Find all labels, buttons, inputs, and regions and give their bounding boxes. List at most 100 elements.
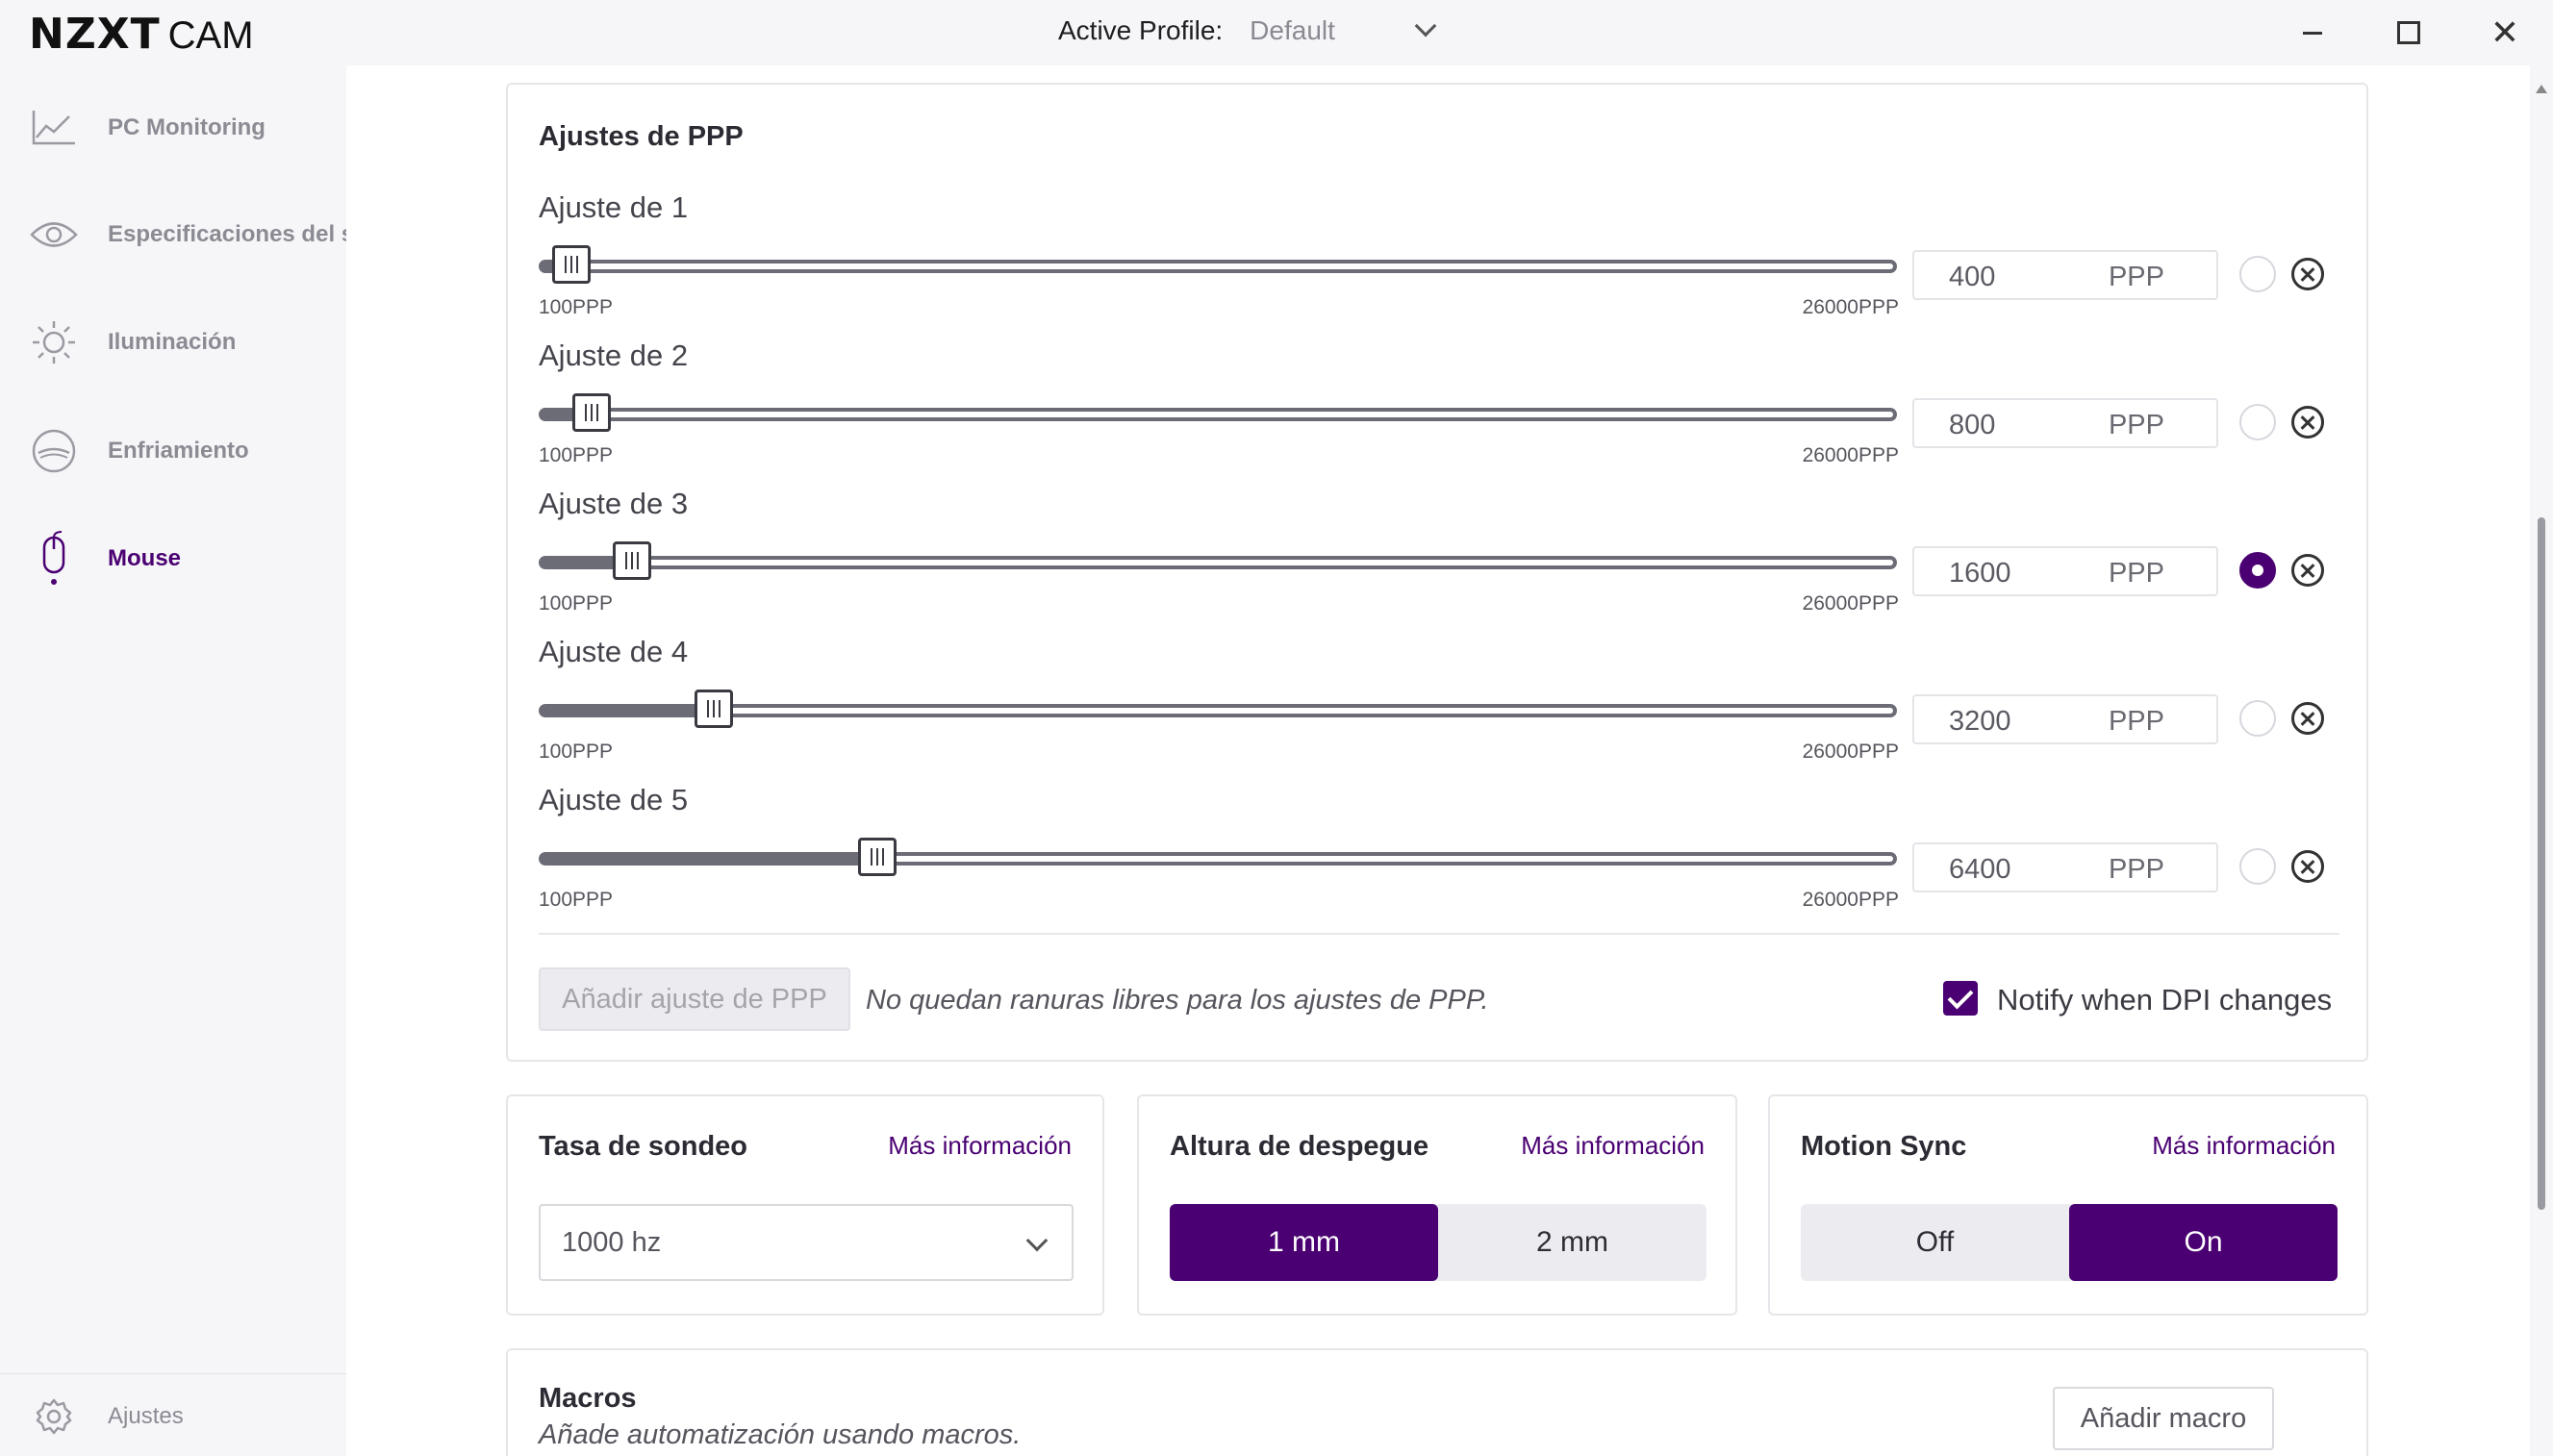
dpi-slider-track[interactable] — [539, 556, 1897, 569]
divider — [539, 933, 2339, 935]
motion-sync-on[interactable]: On — [2069, 1204, 2338, 1281]
motion-sync-toggle: Off On — [1801, 1204, 2338, 1281]
dpi-slider-thumb[interactable] — [572, 393, 611, 432]
dpi-settings-title: Ajustes de PPP — [539, 121, 744, 152]
dpi-active-radio[interactable] — [2239, 552, 2276, 589]
dpi-min-label: 100PPP — [539, 296, 614, 318]
chevron-down-icon — [1414, 14, 1437, 38]
dpi-level-row: Ajuste de 2 100PPP 26000PPP 800 PPP — [539, 339, 2395, 483]
dpi-max-label: 26000PPP — [1802, 296, 1899, 318]
dpi-unit: PPP — [2108, 854, 2164, 885]
remove-dpi-level-icon[interactable] — [2291, 554, 2324, 587]
profile-value: Default — [1250, 15, 1335, 45]
scrollbar[interactable] — [2532, 65, 2553, 1456]
dpi-slider-fill — [543, 856, 879, 862]
dpi-unit: PPP — [2108, 410, 2164, 440]
dpi-value-input[interactable]: 1600 PPP — [1912, 546, 2218, 596]
dpi-level-row: Ajuste de 4 100PPP 26000PPP 3200 PPP — [539, 635, 2395, 779]
dpi-slider-thumb[interactable] — [858, 838, 897, 876]
notify-dpi-label: Notify when DPI changes — [1997, 983, 2333, 1017]
sidebar-item-pc-monitoring[interactable]: PC Monitoring — [0, 85, 346, 171]
scroll-up-arrow-icon[interactable] — [2536, 85, 2547, 93]
sidebar-item-settings[interactable]: Ajustes — [0, 1373, 346, 1456]
remove-dpi-level-icon[interactable] — [2291, 406, 2324, 439]
sidebar-item-lighting[interactable]: Iluminación — [0, 299, 346, 386]
dpi-value: 6400 — [1949, 854, 2011, 885]
dpi-slider-track[interactable] — [539, 260, 1897, 273]
dpi-value: 400 — [1949, 262, 1996, 292]
liftoff-segmented-control: 1 mm 2 mm — [1170, 1204, 1706, 1281]
dpi-active-radio[interactable] — [2239, 848, 2276, 885]
dpi-value-input[interactable]: 6400 PPP — [1912, 842, 2218, 892]
dpi-max-label: 26000PPP — [1802, 592, 1899, 615]
liftoff-option-1mm[interactable]: 1 mm — [1170, 1204, 1438, 1281]
dpi-max-label: 26000PPP — [1802, 741, 1899, 763]
sidebar-item-label: Ajustes — [108, 1403, 184, 1429]
sidebar-item-system-specs[interactable]: Especificaciones del sis — [0, 191, 373, 278]
eye-icon — [29, 210, 79, 260]
sidebar-item-mouse[interactable]: Mouse — [0, 515, 346, 602]
polling-more-info-link[interactable]: Más información — [888, 1131, 1072, 1161]
liftoff-distance-card: Altura de despegue Más información 1 mm … — [1137, 1094, 1737, 1316]
dpi-value: 3200 — [1949, 706, 2011, 737]
title-bar: NZXT CAM Active Profile: Default ✕ — [0, 0, 2553, 65]
sidebar-item-cooling[interactable]: Enfriamiento — [0, 408, 346, 494]
dpi-active-radio[interactable] — [2239, 256, 2276, 292]
remove-dpi-level-icon[interactable] — [2291, 258, 2324, 290]
minimize-button[interactable] — [2284, 10, 2341, 56]
logo-sub: CAM — [167, 14, 254, 57]
sun-icon — [29, 317, 79, 367]
liftoff-title: Altura de despegue — [1170, 1131, 1429, 1162]
dpi-value-input[interactable]: 400 PPP — [1912, 250, 2218, 300]
dpi-slider-track[interactable] — [539, 408, 1897, 421]
dpi-value-input[interactable]: 800 PPP — [1912, 398, 2218, 448]
profile-label: Active Profile: — [1058, 15, 1224, 45]
dpi-active-radio[interactable] — [2239, 700, 2276, 737]
notify-dpi-checkbox[interactable] — [1943, 981, 1978, 1016]
dpi-level-label: Ajuste de 5 — [539, 783, 689, 816]
macros-subtitle: Añade automatización usando macros. — [539, 1419, 1022, 1450]
profile-selector[interactable]: Active Profile: Default — [1058, 14, 1437, 46]
dpi-unit: PPP — [2108, 706, 2164, 737]
dpi-min-label: 100PPP — [539, 741, 614, 763]
dpi-level-row: Ajuste de 1 100PPP 26000PPP 400 PPP — [539, 190, 2395, 335]
dpi-level-row: Ajuste de 3 100PPP 26000PPP 1600 PPP — [539, 487, 2395, 631]
dpi-active-radio[interactable] — [2239, 404, 2276, 440]
motion-sync-off[interactable]: Off — [1801, 1204, 2069, 1281]
dpi-min-label: 100PPP — [539, 592, 614, 615]
polling-rate-value: 1000 hz — [562, 1227, 662, 1258]
sidebar-item-label: Especificaciones del sis — [108, 221, 374, 247]
motion-sync-more-info-link[interactable]: Más información — [2152, 1131, 2336, 1161]
dpi-slider-track[interactable] — [539, 704, 1897, 717]
polling-rate-select[interactable]: 1000 hz — [539, 1204, 1074, 1281]
fan-icon — [29, 426, 79, 476]
liftoff-option-2mm[interactable]: 2 mm — [1438, 1204, 1706, 1281]
dpi-min-label: 100PPP — [539, 444, 614, 466]
dpi-level-row: Ajuste de 5 100PPP 26000PPP 6400 PPP — [539, 783, 2395, 927]
liftoff-more-info-link[interactable]: Más información — [1521, 1131, 1705, 1161]
add-dpi-level-button[interactable]: Añadir ajuste de PPP — [539, 967, 850, 1031]
scrollbar-thumb[interactable] — [2538, 517, 2545, 1210]
macros-title: Macros — [539, 1383, 637, 1414]
dpi-slider-track[interactable] — [539, 852, 1897, 866]
dpi-level-label: Ajuste de 1 — [539, 190, 689, 224]
motion-sync-card: Motion Sync Más información Off On — [1768, 1094, 2368, 1316]
dpi-slider-thumb[interactable] — [613, 541, 651, 580]
logo-main: NZXT — [29, 10, 161, 59]
maximize-button[interactable] — [2380, 10, 2438, 56]
dpi-slider-thumb[interactable] — [695, 690, 733, 728]
dpi-value-input[interactable]: 3200 PPP — [1912, 694, 2218, 744]
dpi-value: 800 — [1949, 410, 1996, 440]
gear-icon — [29, 1392, 79, 1442]
sidebar-item-label: PC Monitoring — [108, 114, 265, 140]
close-icon: ✕ — [2490, 13, 2520, 52]
remove-dpi-level-icon[interactable] — [2291, 850, 2324, 883]
dpi-slider-thumb[interactable] — [552, 245, 591, 284]
sidebar-item-label: Iluminación — [108, 329, 237, 355]
dpi-level-label: Ajuste de 4 — [539, 635, 689, 668]
add-macro-button[interactable]: Añadir macro — [2053, 1387, 2274, 1450]
close-button[interactable]: ✕ — [2476, 10, 2534, 56]
dpi-settings-card: Ajustes de PPP Ajuste de 1 100PPP 26000PPP… — [506, 83, 2368, 1062]
dpi-unit: PPP — [2108, 262, 2164, 292]
remove-dpi-level-icon[interactable] — [2291, 702, 2324, 735]
